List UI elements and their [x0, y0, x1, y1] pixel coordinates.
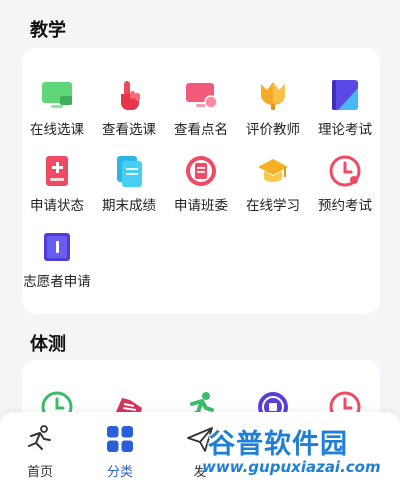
section-title-fitness: 体测: [30, 334, 66, 355]
item-final-grades[interactable]: 期末成绩: [93, 154, 165, 214]
bottom-tab-bar: 首页 分类 发: [0, 412, 400, 487]
item-volunteer-application[interactable]: 志愿者申请: [21, 230, 93, 290]
graduation-cap-icon: [256, 154, 290, 188]
item-label: 查看选课: [102, 122, 156, 138]
item-application-status[interactable]: 申请状态: [21, 154, 93, 214]
tab-label: 首页: [26, 465, 53, 480]
item-online-learning[interactable]: 在线学习: [237, 154, 309, 214]
item-label: 评价教师: [246, 122, 300, 138]
tab-publish[interactable]: 发: [165, 422, 235, 480]
item-online-course-select[interactable]: 在线选课: [21, 78, 93, 138]
tulip-icon: [256, 78, 290, 112]
screen-user-icon: [184, 78, 218, 112]
item-apply-class-committee[interactable]: 申请班委: [165, 154, 237, 214]
item-label: 在线选课: [30, 122, 84, 138]
clock-icon: [328, 154, 362, 188]
item-book-exam[interactable]: 预约考试: [309, 154, 381, 214]
item-label: 在线学习: [246, 198, 300, 214]
tab-label: 发: [193, 465, 207, 480]
item-label: 申请状态: [30, 198, 84, 214]
item-label: 预约考试: [318, 198, 372, 214]
grid-icon: [103, 422, 137, 455]
item-label: 申请班委: [174, 198, 228, 214]
runner-outline-icon: [23, 422, 57, 455]
hand-pointer-icon: [112, 78, 146, 112]
item-label: 理论考试: [318, 122, 372, 138]
item-view-course-select[interactable]: 查看选课: [93, 78, 165, 138]
book-cover-icon: [328, 78, 362, 112]
item-evaluate-teacher[interactable]: 评价教师: [237, 78, 309, 138]
item-label: 志愿者申请: [23, 274, 91, 290]
section-title-teaching: 教学: [30, 20, 66, 41]
book-icon: [40, 230, 74, 264]
item-label: 查看点名: [174, 122, 228, 138]
app-page: 教学 在线选课 查看选课 查看点名 评价教师 理论考试 申请状态 期末成绩 申请…: [0, 0, 400, 487]
item-view-roll-call[interactable]: 查看点名: [165, 78, 237, 138]
tab-category[interactable]: 分类: [85, 422, 155, 480]
tab-home[interactable]: 首页: [5, 422, 75, 480]
send-icon: [183, 422, 217, 455]
teaching-card: 在线选课 查看选课 查看点名 评价教师 理论考试 申请状态 期末成绩 申请班委 …: [22, 48, 380, 314]
item-label: 期末成绩: [102, 198, 156, 214]
clipboard-circle-icon: [184, 154, 218, 188]
document-plus-icon: [40, 154, 74, 188]
monitor-icon: [40, 78, 74, 112]
stacked-papers-icon: [112, 154, 146, 188]
tab-label: 分类: [106, 465, 133, 480]
item-theory-exam[interactable]: 理论考试: [309, 78, 381, 138]
